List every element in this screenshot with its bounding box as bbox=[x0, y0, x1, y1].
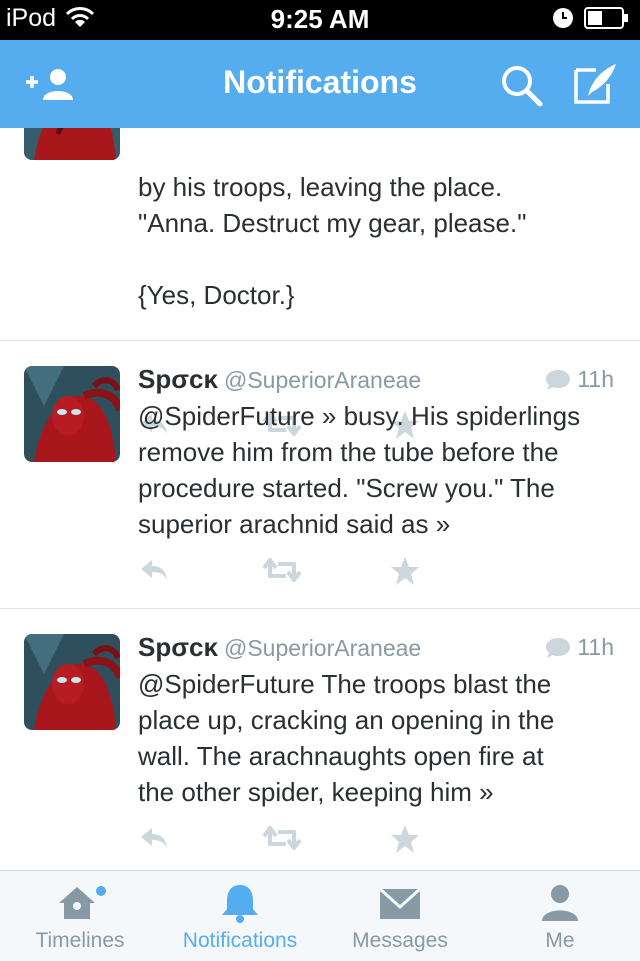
tab-label: Me bbox=[545, 929, 575, 952]
tweet-line: "Anna. Destruct my gear, please." bbox=[138, 208, 527, 238]
retweet-icon bbox=[262, 558, 302, 582]
tweet-line: wall. The arachnaughts open fire at bbox=[138, 741, 544, 771]
tweet-line: procedure started. "Screw you." The bbox=[138, 473, 555, 503]
retweet-button[interactable] bbox=[262, 824, 302, 857]
tweet-text: @SpiderFuture » busy. His spiderlings re… bbox=[138, 398, 628, 542]
star-icon bbox=[391, 557, 419, 585]
search-button[interactable] bbox=[500, 64, 544, 113]
compose-icon bbox=[574, 64, 616, 104]
tweet-line: @SpiderFuture » busy. His spiderlings bbox=[138, 401, 581, 431]
tweet-time: 11h bbox=[577, 634, 614, 660]
tweet-line: {Yes, Doctor.} bbox=[138, 280, 295, 310]
retweet-icon bbox=[262, 826, 302, 850]
battery-icon bbox=[584, 7, 628, 29]
notifications-feed[interactable]: by his troops, leaving the place. "Anna.… bbox=[0, 128, 640, 870]
reply-button[interactable] bbox=[138, 824, 170, 857]
bell-icon bbox=[220, 883, 260, 928]
tweet-actions bbox=[138, 556, 438, 596]
tweet-line bbox=[138, 241, 628, 277]
retweet-button[interactable] bbox=[262, 556, 302, 589]
tab-label: Notifications bbox=[182, 929, 298, 952]
status-bar: iPod 9:25 AM bbox=[0, 0, 640, 40]
avatar[interactable] bbox=[24, 634, 120, 730]
tab-label: Timelines bbox=[35, 929, 125, 952]
tab-label: Messages bbox=[352, 929, 448, 952]
tweet-text: @SpiderFuture The troops blast the place… bbox=[138, 666, 628, 810]
favorite-button[interactable] bbox=[390, 824, 420, 859]
tweet-timestamp: 11h bbox=[545, 634, 614, 661]
tweet-line: place up, cracking an opening in the bbox=[138, 705, 555, 735]
navigation-bar: Notifications bbox=[0, 40, 640, 128]
person-icon bbox=[538, 883, 582, 928]
status-indicators bbox=[552, 6, 630, 30]
tab-timelines[interactable]: Timelines bbox=[0, 871, 160, 961]
favorite-button[interactable] bbox=[390, 556, 420, 591]
reply-button[interactable] bbox=[138, 556, 170, 589]
tweet-line: the other spider, keeping him » bbox=[138, 777, 494, 807]
conversation-icon bbox=[546, 369, 571, 390]
search-icon bbox=[502, 66, 543, 107]
star-icon bbox=[391, 825, 419, 853]
conversation-icon bbox=[546, 637, 571, 658]
tweet-line: by his troops, leaving the place. bbox=[138, 172, 503, 202]
tab-bar: Timelines Notifications Messages Me bbox=[0, 870, 640, 961]
status-time: 9:25 AM bbox=[270, 4, 370, 34]
tab-me[interactable]: Me bbox=[480, 871, 640, 961]
tweet[interactable]: by his troops, leaving the place. "Anna.… bbox=[0, 128, 640, 439]
tweet-line: remove him from the tube before the bbox=[138, 437, 559, 467]
author-handle[interactable]: @SuperiorAraneae bbox=[224, 367, 421, 393]
home-icon bbox=[53, 883, 107, 928]
tweet[interactable]: Spσcκ @SuperiorAraneae 11h @SpiderFuture … bbox=[0, 340, 640, 609]
author-handle[interactable]: @SuperiorAraneae bbox=[224, 635, 421, 661]
tweet-timestamp: 11h bbox=[545, 366, 614, 393]
alarm-icon bbox=[553, 8, 573, 28]
envelope-icon bbox=[378, 883, 422, 928]
tweet[interactable]: Spσcκ @SuperiorAraneae 11h @SpiderFuture … bbox=[0, 608, 640, 870]
tweet-line: @SpiderFuture The troops blast the bbox=[138, 669, 552, 699]
tab-messages[interactable]: Messages bbox=[320, 871, 480, 961]
author-name[interactable]: Spσcκ bbox=[138, 364, 218, 394]
author-name[interactable]: Spσcκ bbox=[138, 632, 218, 662]
tweet-time: 11h bbox=[577, 366, 614, 392]
avatar[interactable] bbox=[24, 128, 120, 160]
avatar[interactable] bbox=[24, 366, 120, 462]
tweet-header: Spσcκ @SuperiorAraneae 11h bbox=[138, 632, 614, 662]
page-title: Notifications bbox=[223, 64, 417, 100]
tweet-actions bbox=[138, 824, 438, 864]
reply-icon bbox=[141, 828, 167, 848]
tweet-header: Spσcκ @SuperiorAraneae 11h bbox=[138, 364, 614, 394]
tweet-text: by his troops, leaving the place. "Anna.… bbox=[138, 169, 628, 313]
tweet-line: superior arachnid said as » bbox=[138, 509, 451, 539]
reply-icon bbox=[141, 560, 167, 580]
compose-button[interactable] bbox=[574, 62, 618, 111]
tab-notifications[interactable]: Notifications bbox=[160, 871, 320, 961]
